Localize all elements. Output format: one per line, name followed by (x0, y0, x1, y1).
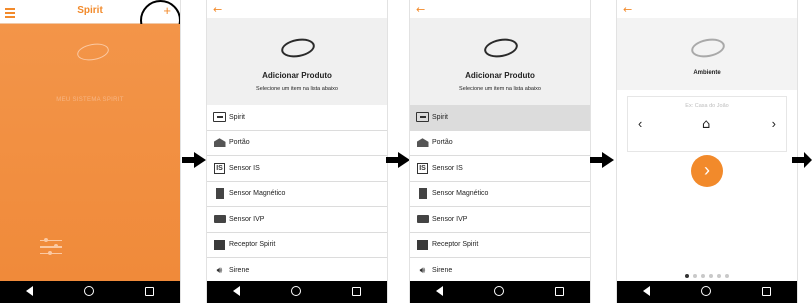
list-item-label: Sensor IVP (432, 215, 468, 223)
page-subtitle: Selecione um item na lista abaixo (459, 86, 541, 92)
app-bar: Spirit + (0, 0, 180, 41)
flow-arrow-icon (792, 152, 812, 168)
list-item-label: Sensor IS (432, 164, 463, 172)
chevron-right-icon[interactable]: › (772, 116, 776, 131)
nav-recent-icon[interactable] (762, 286, 772, 298)
page-title: Adicionar Produto (262, 71, 332, 80)
next-button[interactable]: › (691, 155, 723, 187)
page-title: Ambiente (693, 70, 721, 76)
receiver-icon (213, 239, 226, 251)
ivp-sensor-icon (213, 213, 226, 225)
nav-home-icon[interactable] (290, 286, 301, 298)
list-item-label: Receptor Spirit (432, 241, 479, 249)
list-item-label: Spirit (432, 113, 448, 121)
page-dot (701, 274, 705, 278)
list-item-sensor-ivp[interactable]: Sensor IVP (410, 207, 590, 233)
list-item-portao[interactable]: Portão (410, 131, 590, 156)
list-item-sirene[interactable]: 🔊︎ Sirene (410, 258, 590, 284)
list-item-label: Sensor IS (229, 164, 260, 172)
screen-add-product: ← Adicionar Produto Selecione um item na… (207, 0, 387, 303)
siren-icon: 🔊︎ (216, 264, 223, 275)
screen-main: Spirit + MEU SISTEMA SPIRIT (0, 0, 180, 303)
list-item-sensor-is[interactable]: IS Sensor IS (207, 156, 387, 182)
flow-arrow-icon (182, 152, 206, 168)
nav-recent-icon[interactable] (352, 286, 362, 298)
gate-icon (416, 137, 429, 149)
receiver-icon (416, 239, 429, 251)
list-item-label: Sensor IVP (229, 215, 265, 223)
nav-home-icon[interactable] (493, 286, 504, 298)
list-item-receptor-spirit[interactable]: Receptor Spirit (207, 233, 387, 258)
list-item-label: Portão (229, 139, 250, 147)
sensor-is-icon: IS (417, 162, 428, 174)
ambiente-name-input[interactable]: Ex: Casa do João (628, 103, 786, 109)
nav-home-icon[interactable] (700, 286, 711, 298)
product-list: Spirit Portão IS Sensor IS Sensor Magnéti… (207, 105, 387, 284)
page-dot (725, 274, 729, 278)
android-nav-bar (410, 281, 590, 303)
list-item-label: Sirene (229, 266, 250, 274)
list-item-spirit-selected[interactable]: Spirit (410, 105, 590, 131)
list-item-sensor-is[interactable]: IS Sensor IS (410, 156, 590, 182)
list-item-sensor-ivp[interactable]: Sensor IVP (207, 207, 387, 233)
nav-home-icon[interactable] (83, 286, 94, 298)
list-item-sirene[interactable]: 🔊︎ Sirene (207, 258, 387, 284)
list-item-spirit[interactable]: Spirit (207, 105, 387, 131)
list-item-sensor-magnetico[interactable]: Sensor Magnético (207, 182, 387, 207)
main-panel: MEU SISTEMA SPIRIT (0, 24, 180, 281)
system-subtitle: MEU SISTEMA SPIRIT (56, 97, 124, 103)
nav-back-icon[interactable] (232, 286, 240, 298)
list-item-label: Receptor Spirit (229, 241, 276, 249)
magnetic-sensor-icon (213, 188, 226, 200)
flow-arrow-icon (590, 152, 614, 168)
list-item-label: Portão (432, 139, 453, 147)
page-dot (693, 274, 697, 278)
magnetic-sensor-icon (416, 188, 429, 200)
list-item-receptor-spirit[interactable]: Receptor Spirit (410, 233, 590, 258)
settings-slider-icon[interactable] (40, 238, 62, 259)
list-item-label: Sensor Magnético (229, 190, 286, 198)
page-title: Adicionar Produto (465, 71, 535, 80)
list-item-portao[interactable]: Portão (207, 131, 387, 156)
flow-arrow-icon (386, 152, 410, 168)
chevron-left-icon[interactable]: ‹ (638, 116, 642, 131)
list-item-label: Spirit (229, 113, 245, 121)
spirit-icon (213, 111, 226, 123)
screen-ambiente: ← Ambiente Ex: Casa do João ‹ ⌂ › › (617, 0, 797, 303)
home-icon: ⌂ (702, 117, 711, 132)
sensor-is-icon: IS (214, 162, 225, 174)
list-item-label: Sensor Magnético (432, 190, 489, 198)
nav-back-icon[interactable] (25, 286, 33, 298)
nav-recent-icon[interactable] (145, 286, 155, 298)
nav-back-icon[interactable] (435, 286, 443, 298)
ivp-sensor-icon (416, 213, 429, 225)
back-arrow-icon[interactable]: ← (416, 3, 425, 16)
page-dot (709, 274, 713, 278)
page-subtitle: Selecione um item na lista abaixo (256, 86, 338, 92)
ambiente-selector: Ex: Casa do João ‹ ⌂ › (627, 96, 787, 152)
back-arrow-icon[interactable]: ← (213, 3, 222, 16)
nav-recent-icon[interactable] (555, 286, 565, 298)
back-arrow-icon[interactable]: ← (623, 3, 632, 16)
list-item-label: Sirene (432, 266, 453, 274)
page-dot (717, 274, 721, 278)
android-nav-bar (617, 281, 797, 303)
android-nav-bar (207, 281, 387, 303)
list-item-sensor-magnetico[interactable]: Sensor Magnético (410, 182, 590, 207)
page-dot-active (685, 274, 689, 278)
nav-back-icon[interactable] (642, 286, 650, 298)
siren-icon: 🔊︎ (419, 264, 426, 275)
android-nav-bar (0, 281, 180, 303)
screen-add-product-selected: ← Adicionar Produto Selecione um item na… (410, 0, 590, 303)
gate-icon (213, 137, 226, 149)
product-list: Spirit Portão IS Sensor IS Sensor Magnéti… (410, 105, 590, 284)
spirit-icon (416, 111, 429, 123)
